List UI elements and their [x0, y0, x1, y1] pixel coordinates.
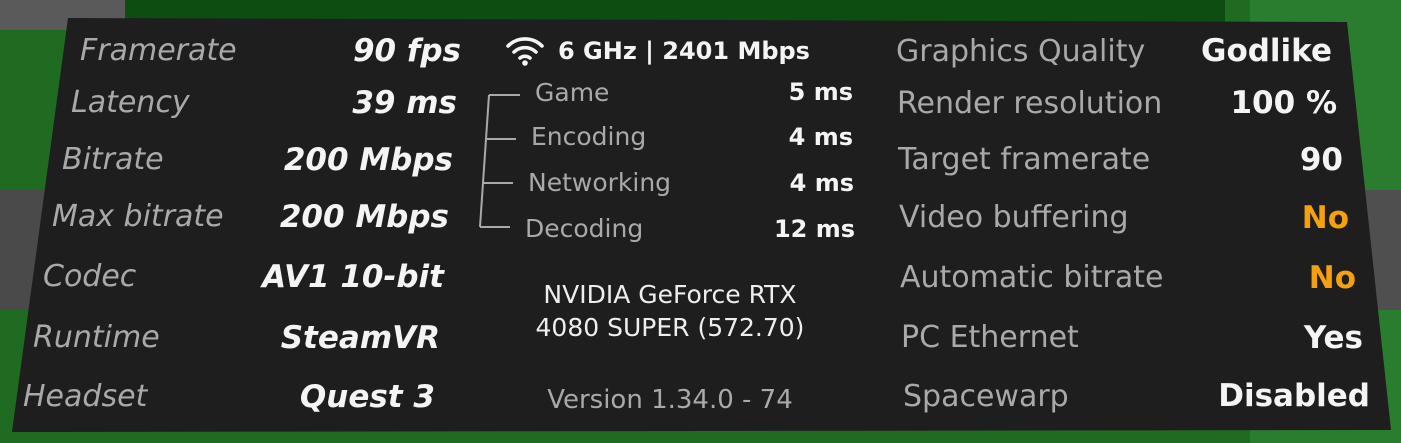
target-framerate-label: Target framerate: [898, 142, 1151, 177]
encoding-latency-value: 4 ms: [788, 123, 853, 151]
video-buffering-label: Video buffering: [899, 200, 1129, 235]
render-resolution-value: 100 %: [1230, 85, 1337, 121]
decoding-latency-label: Decoding: [525, 214, 644, 243]
decoding-latency-value: 12 ms: [773, 215, 855, 243]
pc-ethernet-value: Yes: [1303, 320, 1363, 356]
spacewarp-label: Spacewarp: [903, 379, 1069, 414]
spacewarp-value: Disabled: [1218, 378, 1370, 414]
graphics-quality-value: Godlike: [1201, 33, 1332, 69]
automatic-bitrate-value: No: [1308, 260, 1356, 296]
gpu-line-2: 4080 SUPER (572.70): [535, 312, 805, 342]
networking-latency-value: 4 ms: [789, 169, 854, 197]
automatic-bitrate-label: Automatic bitrate: [900, 260, 1164, 295]
pc-ethernet-label: PC Ethernet: [901, 320, 1079, 355]
render-resolution-label: Render resolution: [897, 86, 1163, 121]
networking-latency-label: Networking: [528, 168, 672, 197]
game-latency-value: 5 ms: [788, 78, 853, 106]
gpu-info: NVIDIA GeForce RTX 4080 SUPER (572.70): [480, 279, 860, 344]
target-framerate-value: 90: [1299, 142, 1343, 178]
encoding-latency-label: Encoding: [531, 122, 647, 151]
game-latency-label: Game: [535, 78, 610, 107]
video-buffering-value: No: [1301, 200, 1349, 236]
latency-tree-lines: [479, 94, 520, 228]
graphics-quality-label: Graphics Quality: [896, 34, 1146, 69]
gpu-line-1: NVIDIA GeForce RTX: [543, 280, 797, 309]
version-label: Version 1.34.0 - 74: [547, 385, 793, 415]
